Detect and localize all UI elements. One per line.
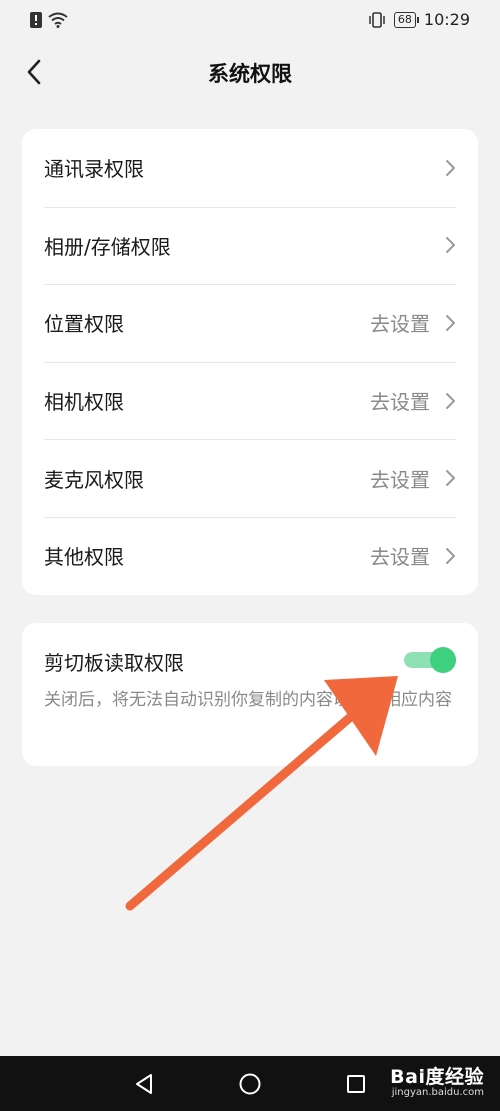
permission-label: 麦克风权限 [44, 467, 144, 492]
permission-row-camera[interactable]: 相机权限 去设置 [22, 361, 478, 440]
watermark-logo: Bai度经验 [390, 1066, 484, 1088]
wifi-icon [48, 12, 68, 28]
permission-row-microphone[interactable]: 麦克风权限 去设置 [22, 439, 478, 517]
watermark-url: jingyan.baidu.com [391, 1087, 484, 1098]
page-title: 系统权限 [208, 62, 292, 86]
permission-row-storage[interactable]: 相册/存储权限 [22, 206, 478, 285]
permission-row-location[interactable]: 位置权限 去设置 [22, 284, 478, 362]
permission-label: 相机权限 [44, 390, 124, 415]
permission-label: 其他权限 [44, 545, 124, 570]
chevron-right-icon [446, 314, 455, 331]
status-bar: 68 10:29 [0, 0, 500, 44]
chevron-right-icon [446, 547, 455, 564]
permission-label: 相册/存储权限 [44, 234, 171, 259]
permission-status: 去设置 [370, 545, 430, 570]
system-nav-bar: Bai度经验 jingyan.baidu.com [0, 1056, 500, 1111]
permission-row-contacts[interactable]: 通讯录权限 [22, 129, 478, 207]
chevron-right-icon [446, 392, 455, 409]
chevron-right-icon [446, 159, 455, 176]
clipboard-toggle[interactable] [404, 645, 456, 675]
chevron-right-icon [446, 237, 455, 254]
clipboard-permission-description: 关闭后，将无法自动识别你复制的内容以展示相应内容 [44, 690, 452, 710]
permission-status: 去设置 [370, 312, 430, 337]
status-time: 10:29 [423, 10, 470, 29]
vibrate-icon [369, 11, 385, 28]
permission-row-other[interactable]: 其他权限 去设置 [22, 516, 478, 595]
notification-alert-icon [30, 12, 42, 28]
status-right: 68 10:29 [368, 10, 470, 29]
permission-label: 通讯录权限 [44, 157, 144, 182]
clipboard-permission-card: 剪切板读取权限 关闭后，将无法自动识别你复制的内容以展示相应内容 [22, 623, 478, 766]
nav-back-icon[interactable] [132, 1072, 156, 1096]
permission-status: 去设置 [370, 467, 430, 492]
toggle-knob [430, 647, 456, 673]
clipboard-permission-label: 剪切板读取权限 [44, 651, 184, 675]
page-header: 系统权限 [0, 44, 500, 100]
status-left [30, 12, 68, 28]
permissions-list: 通讯录权限 相册/存储权限 位置权限 去设置 相机权限 去设置 麦克风权限 去设… [22, 129, 478, 595]
nav-home-icon[interactable] [238, 1072, 262, 1096]
nav-recents-icon[interactable] [344, 1072, 368, 1096]
chevron-right-icon [446, 470, 455, 487]
baidu-jingyan-watermark: Bai度经验 jingyan.baidu.com [390, 1062, 484, 1098]
permission-label: 位置权限 [44, 312, 124, 337]
permission-status: 去设置 [370, 390, 430, 415]
battery-icon: 68 [393, 11, 419, 28]
